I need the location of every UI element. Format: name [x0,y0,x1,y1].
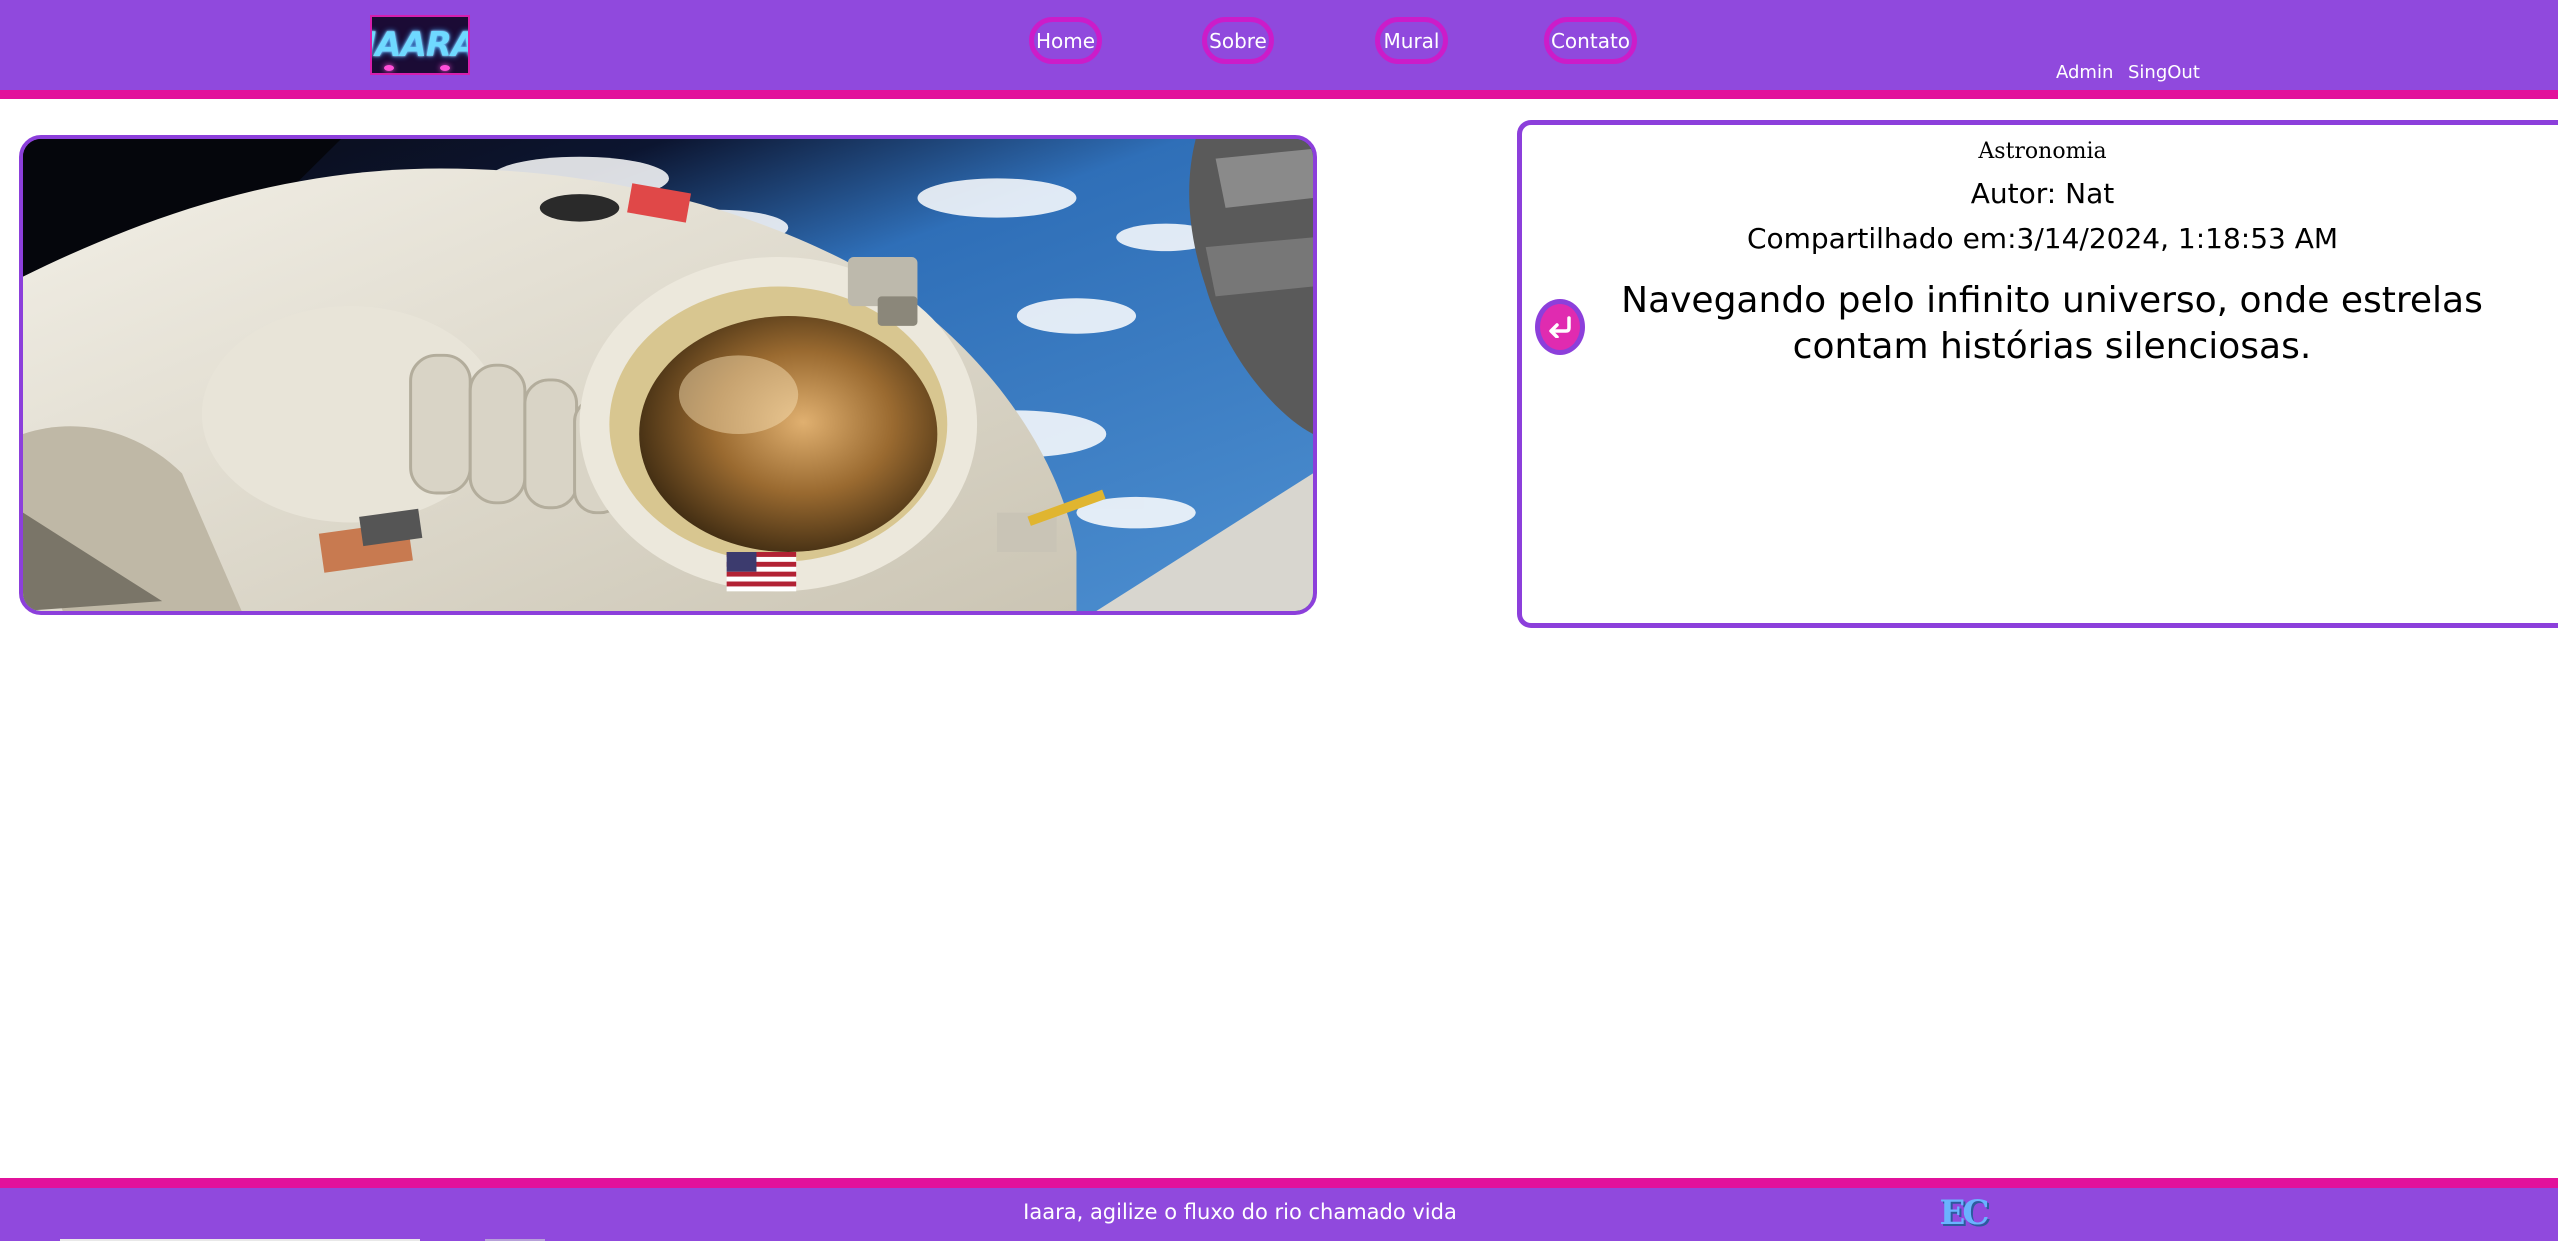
astronaut-photo [23,139,1313,611]
post-card: Astronomia Autor: Nat Compartilhado em:3… [1517,120,2558,628]
nav-sobre-button[interactable]: Sobre [1202,17,1274,64]
signout-link[interactable]: SingOut [2128,62,2200,83]
brand-logo-text: IAARA [372,25,470,65]
footer-logo: EC [1932,1193,1994,1233]
footer-slogan: Iaara, agilize o fluxo do rio chamado vi… [1023,1200,1457,1224]
brand-logo[interactable]: IAARA [370,15,470,75]
logo-glow-left [384,65,394,71]
nav-contato-button[interactable]: Contato [1544,17,1637,64]
footer-accent-stripe [0,1178,2558,1188]
post-author: Autor: Nat [1970,177,2115,210]
post-category: Astronomia [1978,139,2107,164]
post-image [19,135,1317,615]
back-button[interactable] [1535,299,1585,355]
footer: Iaara, agilize o fluxo do rio chamado vi… [0,1188,2558,1241]
top-navbar: IAARA Home Sobre Mural Contato Admin Sin… [0,0,2558,90]
logo-glow-right [440,65,450,71]
nav-mural-button[interactable]: Mural [1375,17,1448,64]
nav-home-button[interactable]: Home [1029,17,1102,64]
admin-link[interactable]: Admin [2056,62,2113,83]
post-shared-date: Compartilhado em:3/14/2024, 1:18:53 AM [1746,222,2339,255]
post-body-text: Navegando pelo infinito universo, onde e… [1621,280,2483,367]
footer-logo-text: EC [1939,1193,1990,1233]
return-arrow-icon [1540,304,1580,350]
header-accent-stripe [0,90,2558,99]
